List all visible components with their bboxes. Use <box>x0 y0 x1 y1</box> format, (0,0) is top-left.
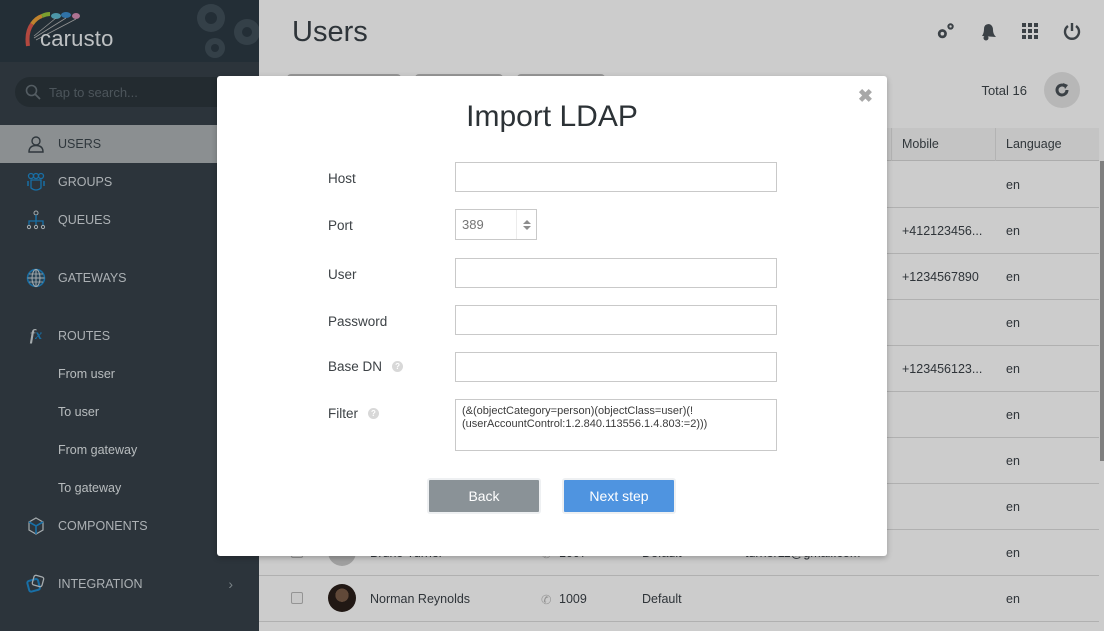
password-field[interactable] <box>455 305 777 335</box>
port-label: Port <box>328 218 353 233</box>
filter-field[interactable]: (&(objectCategory=person)(objectClass=us… <box>455 399 777 451</box>
password-label: Password <box>328 314 388 329</box>
app: carusto USERS <box>0 0 1104 631</box>
user-label: User <box>328 267 357 282</box>
host-field[interactable] <box>455 162 777 192</box>
decrement-icon[interactable] <box>522 225 531 230</box>
increment-icon[interactable] <box>522 219 531 224</box>
base-dn-field[interactable] <box>455 352 777 382</box>
filter-label: Filter <box>328 406 358 421</box>
port-field[interactable] <box>456 210 516 239</box>
help-icon[interactable]: ? <box>392 361 404 372</box>
base-dn-label-group: Base DN ? <box>328 359 404 374</box>
help-icon[interactable]: ? <box>368 408 379 419</box>
base-dn-label: Base DN <box>328 359 383 374</box>
port-spinner[interactable] <box>516 210 536 239</box>
port-stepper <box>455 209 537 240</box>
host-label: Host <box>328 171 356 186</box>
filter-label-group: Filter ? <box>328 406 379 421</box>
import-ldap-dialog: Import LDAP ✖ Host Port User Password Ba… <box>217 76 887 556</box>
dialog-title: Import LDAP <box>466 100 638 133</box>
user-field[interactable] <box>455 258 777 288</box>
next-step-button[interactable]: Next step <box>562 478 676 514</box>
back-button[interactable]: Back <box>427 478 541 514</box>
close-icon[interactable]: ✖ <box>858 86 873 107</box>
